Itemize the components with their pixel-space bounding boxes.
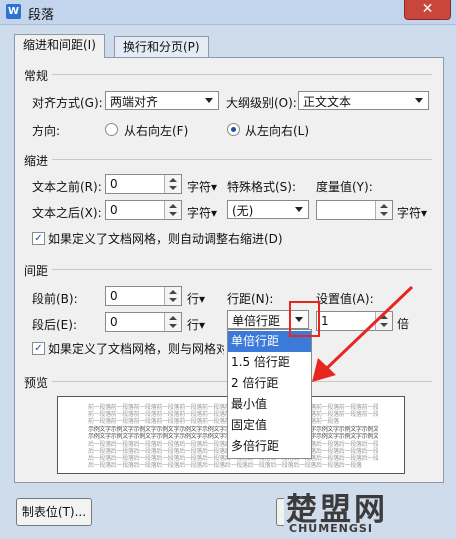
annotation-arrow-icon [312, 285, 414, 382]
paragraph-dialog: W 段落 ✕ 缩进和间距(I) 换行和分页(P) 常规 对齐方式(G): 两端对… [0, 0, 456, 539]
watermark-logo: 楚盟网 CHUMENGSI [281, 484, 451, 538]
watermark-subtext: CHUMENGSI [289, 522, 373, 535]
